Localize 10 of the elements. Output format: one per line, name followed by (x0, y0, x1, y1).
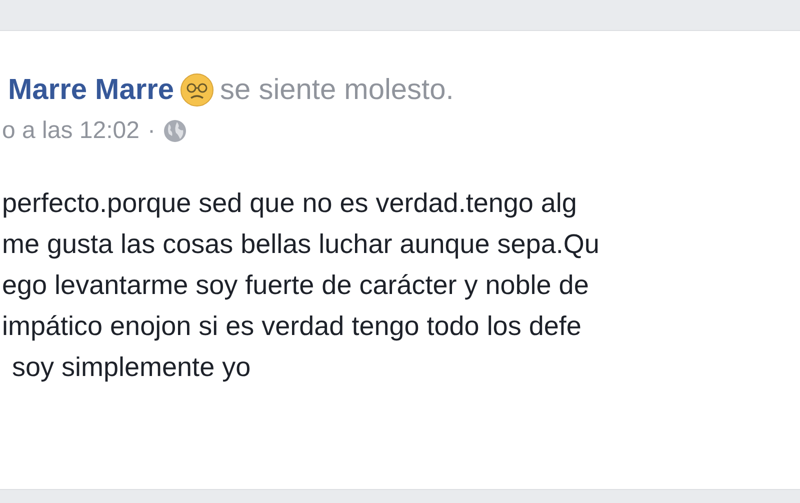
post-text-line: perfecto.porque sed que no es verdad.tengo alg (2, 187, 577, 220)
feeling-text: se siente molesto. (220, 74, 454, 106)
separator-dot: · (147, 117, 156, 145)
post-text-line: soy simplemente yo (11, 351, 251, 384)
post-text-line: ego levantarme soy fuerte de carácter y noble de (2, 269, 589, 302)
post-text-line: impático enojon si es verdad tengo todo los defe (2, 310, 582, 343)
globe-icon (163, 119, 188, 143)
annoyed-face-icon (180, 73, 214, 107)
author-name-link[interactable]: Marre Marre (2, 74, 174, 106)
post-text-line: me gusta las cosas bellas luchar aunque sepa.Qu (2, 228, 600, 261)
